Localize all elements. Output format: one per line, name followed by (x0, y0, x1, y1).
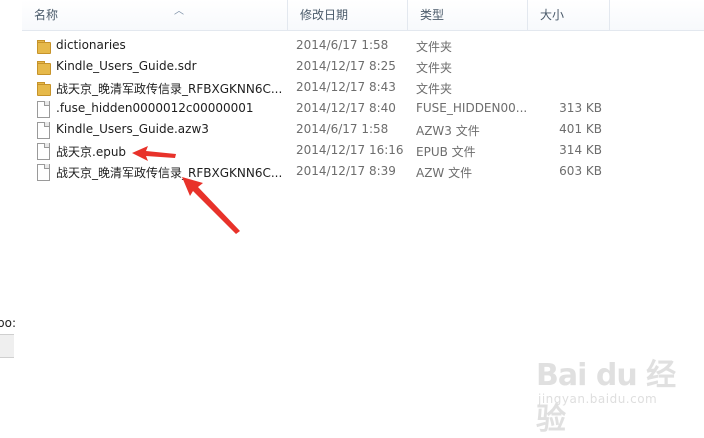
sort-up-icon: ︿ (174, 6, 184, 17)
column-header-size-label: 大小 (540, 8, 565, 22)
file-modified-date: 2014/6/17 1:58 (296, 38, 389, 52)
file-type: AZW 文件 (416, 166, 473, 180)
column-header-date-label: 修改日期 (300, 8, 349, 22)
folder-row[interactable]: 战天京_晚清军政传信录_RFBXGKNN6C... 2014/12/17 8:43… (32, 77, 612, 98)
file-type: EPUB 文件 (416, 145, 476, 159)
file-name: Kindle_Users_Guide.sdr (56, 59, 197, 73)
left-pane-label-fragment: po: (0, 316, 17, 330)
document-icon (36, 143, 50, 160)
file-modified-date: 2014/12/17 8:25 (296, 59, 396, 73)
file-name: 战天京.epub (56, 145, 127, 159)
file-modified-date: 2014/12/17 8:40 (296, 101, 396, 115)
left-pane-input-fragment[interactable] (0, 334, 14, 358)
baidu-watermark: Bai du 经验 jingyan.baidu.com (536, 346, 696, 437)
column-header-type-label: 类型 (420, 8, 445, 22)
column-header-bar: 名称 ︿ 修改日期 类型 大小 (22, 0, 704, 31)
file-row[interactable]: Kindle_Users_Guide.azw3 2014/6/17 1:58 AZW… (32, 119, 612, 140)
file-name: 战天京_晚清军政传信录_RFBXGKNN6C... (56, 82, 283, 96)
file-name: Kindle_Users_Guide.azw3 (56, 122, 209, 136)
baidu-watermark-url: jingyan.baidu.com (538, 392, 658, 406)
file-size: 603 KB (559, 164, 602, 178)
file-name: dictionaries (56, 38, 126, 52)
column-header-name-label: 名称 (34, 8, 59, 22)
file-row[interactable]: 战天京.epub 2014/12/17 16:16 EPUB 文件 314 KB (32, 140, 612, 161)
document-icon (36, 164, 50, 181)
column-header-type[interactable]: 类型 (408, 0, 528, 30)
folder-icon (36, 80, 51, 96)
file-modified-date: 2014/12/17 8:39 (296, 164, 396, 178)
file-name: 战天京_晚清军政传信录_RFBXGKNN6C... (56, 166, 283, 180)
document-icon (36, 122, 50, 139)
file-row[interactable]: 战天京_晚清军政传信录_RFBXGKNN6C... 2014/12/17 8:39… (32, 161, 612, 182)
folder-icon (36, 59, 51, 75)
file-row[interactable]: .fuse_hidden0000012c00000001 2014/12/17 8… (32, 98, 612, 119)
red-arrow-azw (182, 177, 240, 234)
folder-icon (36, 38, 51, 54)
folder-row[interactable]: Kindle_Users_Guide.sdr 2014/12/17 8:25 文件夹 (32, 56, 612, 77)
file-modified-date: 2014/12/17 8:43 (296, 80, 396, 94)
file-type: 文件夹 (416, 61, 453, 75)
file-type: FUSE_HIDDEN00... (416, 101, 528, 115)
file-name: .fuse_hidden0000012c00000001 (56, 101, 254, 115)
document-icon (36, 101, 50, 118)
folder-row[interactable]: dictionaries 2014/6/17 1:58 文件夹 (32, 35, 612, 56)
file-size: 401 KB (559, 122, 602, 136)
file-modified-date: 2014/6/17 1:58 (296, 122, 389, 136)
file-size: 313 KB (559, 101, 602, 115)
left-pane-edge: po: (0, 0, 22, 428)
column-header-size[interactable]: 大小 (528, 0, 610, 30)
file-type: 文件夹 (416, 40, 453, 54)
column-header-date[interactable]: 修改日期 (288, 0, 408, 30)
file-type: AZW3 文件 (416, 124, 480, 138)
column-header-name[interactable]: 名称 ︿ (22, 0, 288, 30)
file-modified-date: 2014/12/17 16:16 (296, 143, 404, 157)
file-size: 314 KB (559, 143, 602, 157)
file-type: 文件夹 (416, 82, 453, 96)
